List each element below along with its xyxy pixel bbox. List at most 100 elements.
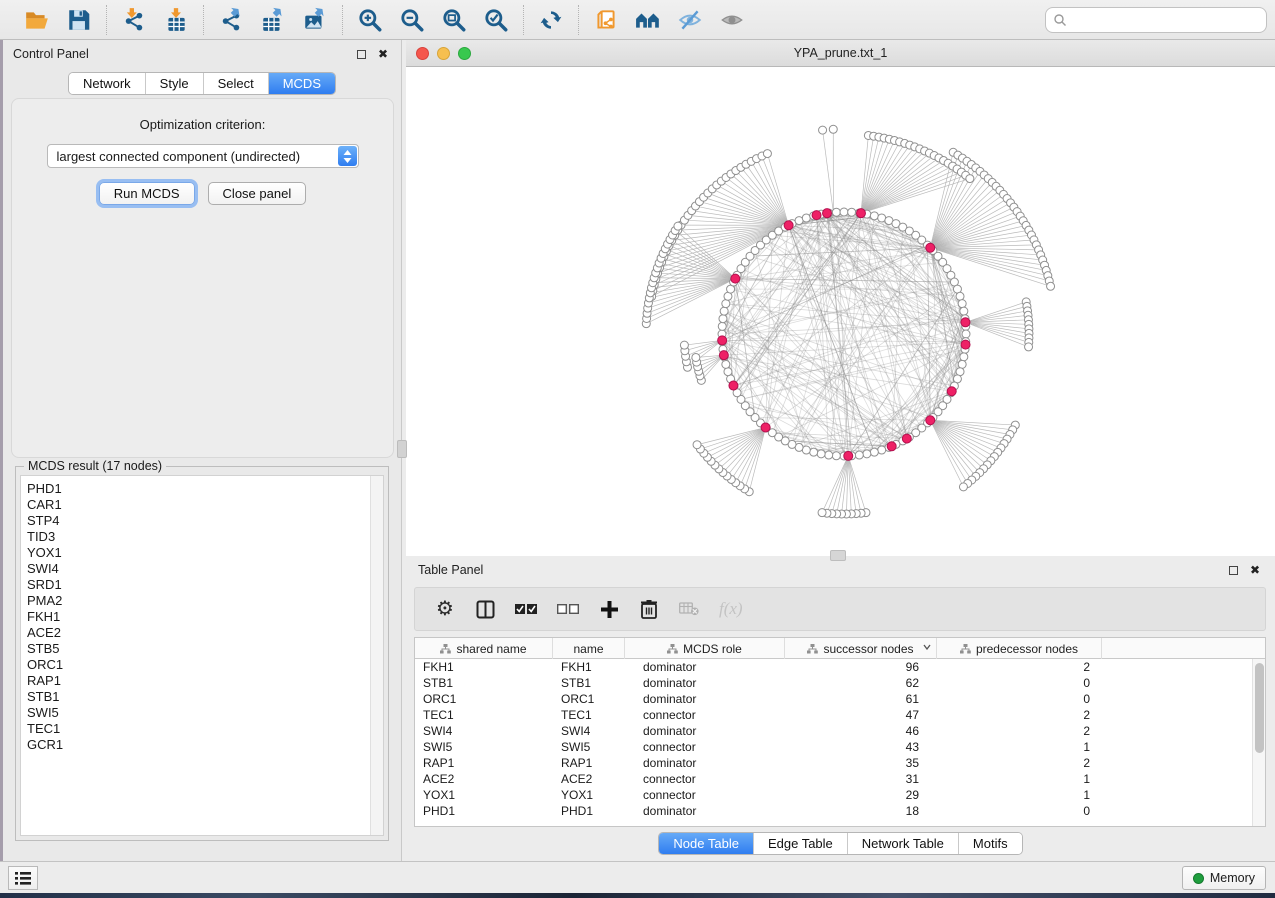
network-node[interactable] [870,212,878,220]
close-table-panel-icon[interactable]: ✖ [1247,562,1263,578]
table-row[interactable]: PHD1PHD1dominator180 [415,803,1252,819]
table-scrollbar-thumb[interactable] [1255,663,1264,753]
mcds-result-item[interactable]: TEC1 [21,721,383,737]
leaf-node[interactable] [966,175,974,183]
search-field[interactable] [1045,7,1267,33]
mcds-result-list[interactable]: PHD1CAR1STP4TID3YOX1SWI4SRD1PMA2FKH1ACE2… [20,475,384,836]
delete-column-icon[interactable] [639,597,659,621]
export-table-icon[interactable] [259,6,287,34]
mcds-result-item[interactable]: YOX1 [21,545,383,561]
network-node[interactable] [962,330,970,338]
task-history-button[interactable] [8,866,38,890]
leaf-node[interactable] [674,222,682,230]
mcds-result-item[interactable]: TID3 [21,529,383,545]
tab-network[interactable]: Network [69,73,146,94]
table-row[interactable]: SWI4SWI4dominator462 [415,723,1252,739]
tab-style[interactable]: Style [146,73,204,94]
dominator-node[interactable] [823,209,832,218]
network-node[interactable] [878,446,886,454]
close-panel-icon[interactable]: ✖ [375,46,391,62]
mcds-result-item[interactable]: STB5 [21,641,383,657]
dominator-node[interactable] [729,381,738,390]
mcds-result-item[interactable]: ACE2 [21,625,383,641]
leaf-node[interactable] [680,341,688,349]
mcds-result-item[interactable]: SWI5 [21,705,383,721]
columns-icon[interactable] [475,597,495,621]
column-header-MCDS-role[interactable]: MCDS role [625,638,785,659]
mcds-result-item[interactable]: PHD1 [21,481,383,497]
zoom-fit-icon[interactable] [440,6,468,34]
table-row[interactable]: TEC1TEC1connector472 [415,707,1252,723]
leaf-node[interactable] [763,150,771,158]
leaf-node[interactable] [1047,282,1055,290]
network-canvas[interactable] [406,67,1275,556]
network-node[interactable] [724,368,732,376]
tab-mcds[interactable]: MCDS [269,73,335,94]
table-row[interactable]: YOX1YOX1connector291 [415,787,1252,803]
network-node[interactable] [718,322,726,330]
deselect-all-icon[interactable] [557,597,579,621]
export-image-icon[interactable] [301,6,329,34]
network-node[interactable] [825,451,833,459]
network-node[interactable] [720,307,728,315]
network-node[interactable] [832,208,840,216]
table-row[interactable]: SWI5SWI5connector431 [415,739,1252,755]
network-node[interactable] [840,208,848,216]
dominator-node[interactable] [761,423,770,432]
mcds-result-item[interactable]: STP4 [21,513,383,529]
leaf-node[interactable] [1025,343,1033,351]
leaf-node[interactable] [829,125,837,133]
network-node[interactable] [960,307,968,315]
dominator-node[interactable] [902,434,911,443]
dominator-node[interactable] [719,351,728,360]
horizontal-splitter-grip[interactable] [830,550,846,561]
mcds-result-item[interactable]: CAR1 [21,497,383,513]
optimization-criterion-select[interactable]: largest connected component (undirected) [47,144,359,168]
network-window-titlebar[interactable]: YPA_prune.txt_1 [406,40,1275,67]
first-neighbors-icon[interactable] [634,6,662,34]
tab-network-table[interactable]: Network Table [848,833,959,854]
select-all-icon[interactable] [515,597,537,621]
dominator-node[interactable] [947,387,956,396]
refresh-layout-icon[interactable] [537,6,565,34]
save-session-icon[interactable] [65,6,93,34]
run-mcds-button[interactable]: Run MCDS [99,182,195,205]
vertical-splitter-grip[interactable] [397,440,407,458]
mcds-result-item[interactable]: SWI4 [21,561,383,577]
mcds-result-item[interactable]: RAP1 [21,673,383,689]
column-header-name[interactable]: name [553,638,625,659]
mcds-result-item[interactable]: SRD1 [21,577,383,593]
mcds-result-item[interactable]: ORC1 [21,657,383,673]
mcds-result-item[interactable]: STB1 [21,689,383,705]
network-node[interactable] [960,353,968,361]
dominator-node[interactable] [926,243,935,252]
gear-icon[interactable]: ⚙ [435,597,455,621]
dominator-node[interactable] [856,209,865,218]
network-node[interactable] [719,315,727,323]
network-node[interactable] [855,451,863,459]
zoom-out-icon[interactable] [398,6,426,34]
tab-node-table[interactable]: Node Table [659,833,754,854]
mcds-result-scrollbar[interactable] [370,476,383,835]
tab-select[interactable]: Select [204,73,269,94]
float-table-panel-icon[interactable] [1225,562,1241,578]
leaf-node[interactable] [959,483,967,491]
float-panel-icon[interactable] [353,46,369,62]
zoom-in-icon[interactable] [356,6,384,34]
table-row[interactable]: RAP1RAP1dominator352 [415,755,1252,771]
mcds-result-item[interactable]: GCR1 [21,737,383,753]
column-header-predecessor-nodes[interactable]: predecessor nodes [937,638,1102,659]
import-table-icon[interactable] [162,6,190,34]
tab-motifs[interactable]: Motifs [959,833,1022,854]
network-node[interactable] [810,448,818,456]
dominator-node[interactable] [926,416,935,425]
dominator-node[interactable] [731,274,740,283]
network-node[interactable] [870,448,878,456]
leaf-node[interactable] [692,353,700,361]
open-file-icon[interactable] [23,6,51,34]
column-header-successor-nodes[interactable]: successor nodes [785,638,937,659]
leaf-node[interactable] [819,126,827,134]
network-graph[interactable] [406,67,1275,556]
network-node[interactable] [722,300,730,308]
dominator-node[interactable] [961,340,970,349]
